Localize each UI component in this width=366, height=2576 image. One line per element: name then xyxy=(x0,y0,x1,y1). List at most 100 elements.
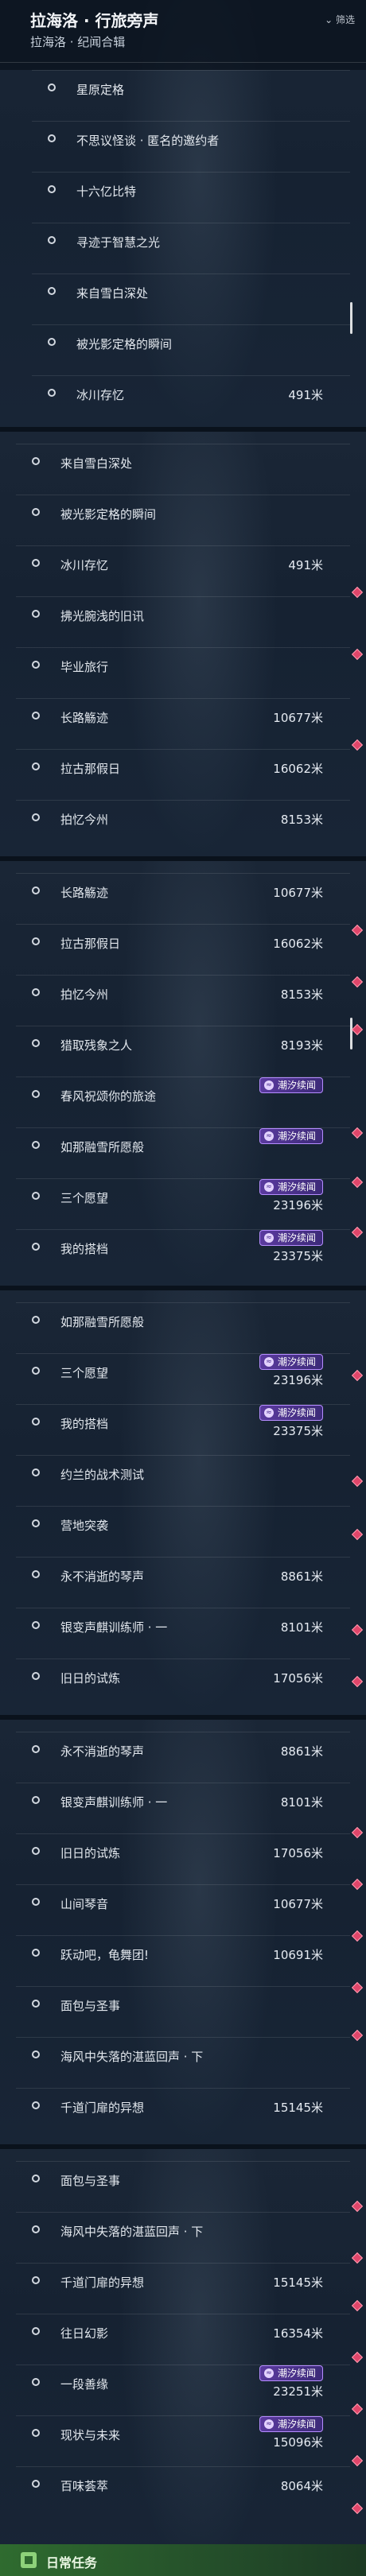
quest-row[interactable]: 海风中失落的湛蓝回声 · 下 xyxy=(16,2212,350,2248)
quest-row[interactable]: 现状与未来 ≈ 潮汐续闻 15096米 xyxy=(16,2415,350,2452)
tide-tag: ≈ 潮汐续闻 xyxy=(259,1077,323,1093)
quest-name: 面包与圣事 xyxy=(60,2174,121,2188)
quest-row[interactable]: 千道门扉的异想 15145米 xyxy=(16,2088,350,2124)
quest-row[interactable]: 约兰的战术测试 xyxy=(16,1455,350,1492)
quest-row[interactable]: 永不消逝的琴声 8861米 xyxy=(16,1557,350,1593)
screen-capture-1: 拉海洛 · 行旅旁声 拉海洛 · 纪闻合辑 ⌄ 筛选 星原定格 不思议怪谈 · 匿名的邀… xyxy=(0,0,366,429)
quest-distance: 23196米 xyxy=(273,1198,323,1212)
quest-row[interactable]: 跃动吧，龟舞团! 10691米 xyxy=(16,1935,350,1972)
quest-distance: 8153米 xyxy=(280,813,323,827)
quest-distance: 10677米 xyxy=(273,711,323,725)
quest-row[interactable]: 春风祝颂你的旅途 ≈ 潮汐续闻 xyxy=(16,1077,350,1113)
filter-button[interactable]: ⌄ 筛选 xyxy=(325,13,355,26)
circle-icon xyxy=(32,1745,40,1753)
quest-row[interactable]: 银变声麒训练师 · 一 8101米 xyxy=(16,1783,350,1819)
scrollbar[interactable] xyxy=(350,302,352,334)
daily-tasks-bar[interactable]: 日常任务 xyxy=(0,2544,366,2576)
quest-row[interactable]: 十六亿比特 xyxy=(32,172,350,208)
circle-icon xyxy=(48,83,56,91)
quest-row[interactable]: 我的搭档 ≈ 潮汐续闻 23375米 xyxy=(16,1229,350,1266)
circle-icon xyxy=(32,1621,40,1629)
quest-row[interactable]: 我的搭档 ≈ 潮汐续闻 23375米 xyxy=(16,1404,350,1441)
quest-row[interactable]: 营地突袭 xyxy=(16,1506,350,1542)
capture-separator xyxy=(0,1286,366,1290)
tide-tag: ≈ 潮汐续闻 xyxy=(259,2365,323,2381)
tide-tag-label: 潮汐续闻 xyxy=(277,1356,316,1368)
quest-name: 面包与圣事 xyxy=(60,1999,121,2013)
quest-row[interactable]: 如那融雪所愿般 xyxy=(16,1302,350,1339)
circle-icon xyxy=(32,886,40,894)
quest-row[interactable]: 来自雪白深处 xyxy=(16,444,350,480)
quest-row[interactable]: 旧日的试炼 17056米 xyxy=(16,1658,350,1695)
quest-distance: 8153米 xyxy=(280,987,323,1002)
quest-row[interactable]: 海风中失落的湛蓝回声 · 下 xyxy=(16,2037,350,2074)
circle-icon xyxy=(32,1570,40,1578)
quest-row[interactable]: 三个愿望 ≈ 潮汐续闻 23196米 xyxy=(16,1353,350,1390)
quest-distance: 15096米 xyxy=(273,2435,323,2450)
quest-distance: 8064米 xyxy=(280,2479,323,2493)
quest-name: 我的搭档 xyxy=(60,1417,109,1431)
quest-name: 海风中失落的湛蓝回声 · 下 xyxy=(60,2225,204,2239)
quest-row[interactable]: 一段善缘 ≈ 潮汐续闻 23251米 xyxy=(16,2365,350,2401)
quest-distance: 8101米 xyxy=(280,1795,323,1810)
quest-row[interactable]: 冰川存忆 491米 xyxy=(32,375,350,412)
quest-name: 被光影定格的瞬间 xyxy=(76,337,173,351)
wave-icon: ≈ xyxy=(263,1182,274,1192)
quest-row[interactable]: 旧日的试炼 17056米 xyxy=(16,1833,350,1870)
capture-separator xyxy=(0,2144,366,2149)
quest-name: 千道门扉的异想 xyxy=(60,2275,145,2290)
tide-tag: ≈ 潮汐续闻 xyxy=(259,1179,323,1195)
quest-row[interactable]: 山间琴音 10677米 xyxy=(16,1884,350,1921)
circle-icon xyxy=(32,2050,40,2058)
quest-row[interactable]: 千道门扉的异想 15145米 xyxy=(16,2263,350,2299)
quest-row[interactable]: 面包与圣事 xyxy=(16,1986,350,2023)
circle-icon xyxy=(32,1519,40,1527)
tide-tag: ≈ 潮汐续闻 xyxy=(259,1230,323,1246)
quest-row[interactable]: 如那融雪所愿般 ≈ 潮汐续闻 xyxy=(16,1127,350,1164)
quest-name: 往日幻影 xyxy=(60,2326,109,2341)
quest-name: 拍忆今州 xyxy=(60,813,109,827)
quest-name: 不思议怪谈 · 匿名的邀约者 xyxy=(76,134,220,148)
quest-row[interactable]: 毕业旅行 xyxy=(16,647,350,684)
quest-row[interactable]: 往日幻影 16354米 xyxy=(16,2314,350,2350)
quest-row[interactable]: 银变声麒训练师 · 一 8101米 xyxy=(16,1608,350,1644)
quest-row[interactable]: 冰川存忆 491米 xyxy=(16,545,350,582)
quest-row[interactable]: 面包与圣事 xyxy=(16,2161,350,2198)
circle-icon xyxy=(32,1141,40,1149)
circle-icon xyxy=(32,1468,40,1476)
wave-icon: ≈ xyxy=(263,1080,274,1090)
quest-distance: 17056米 xyxy=(273,1846,323,1860)
quest-row[interactable]: 猎取残象之人 8193米 xyxy=(16,1026,350,1062)
quest-row[interactable]: 拉古那假日 16062米 xyxy=(16,749,350,786)
quest-row[interactable]: 拍忆今州 8153米 xyxy=(16,975,350,1011)
quest-row[interactable]: 不思议怪谈 · 匿名的邀约者 xyxy=(32,121,350,157)
circle-icon xyxy=(32,1672,40,1680)
wave-icon: ≈ xyxy=(263,1131,274,1141)
quest-distance: 491米 xyxy=(288,388,323,402)
quest-distance: 16062米 xyxy=(273,937,323,951)
quest-name: 猎取残象之人 xyxy=(60,1038,133,1053)
quest-row[interactable]: 来自雪白深处 xyxy=(32,274,350,310)
circle-icon xyxy=(32,2225,40,2233)
quest-row[interactable]: 永不消逝的琴声 8861米 xyxy=(16,1732,350,1768)
quest-row[interactable]: 寻迹于智慧之光 xyxy=(32,223,350,259)
quest-row[interactable]: 百味荟萃 8064米 xyxy=(16,2466,350,2503)
quest-name: 被光影定格的瞬间 xyxy=(60,507,157,522)
quest-distance: 10677米 xyxy=(273,886,323,900)
quest-row[interactable]: 三个愿望 ≈ 潮汐续闻 23196米 xyxy=(16,1178,350,1215)
circle-icon xyxy=(48,134,56,142)
circle-icon xyxy=(48,287,56,295)
quest-row[interactable]: 长路觞迹 10677米 xyxy=(16,698,350,735)
quest-name: 旧日的试炼 xyxy=(60,1846,121,1860)
quest-row[interactable]: 拂光腕浅的旧讯 xyxy=(16,596,350,633)
quest-row[interactable]: 拉古那假日 16062米 xyxy=(16,924,350,960)
quest-row[interactable]: 被光影定格的瞬间 xyxy=(16,495,350,531)
scrollbar[interactable] xyxy=(350,1018,352,1049)
quest-row[interactable]: 被光影定格的瞬间 xyxy=(32,324,350,361)
quest-row[interactable]: 星原定格 xyxy=(32,70,350,107)
quest-distance: 8861米 xyxy=(280,1744,323,1759)
quest-row[interactable]: 长路觞迹 10677米 xyxy=(16,873,350,910)
circle-icon xyxy=(32,1090,40,1098)
screen-capture-3: 长路觞迹 10677米 拉古那假日 16062米 拍忆今州 8153米 猎取残象之人 8193… xyxy=(0,859,366,1288)
quest-row[interactable]: 拍忆今州 8153米 xyxy=(16,800,350,836)
